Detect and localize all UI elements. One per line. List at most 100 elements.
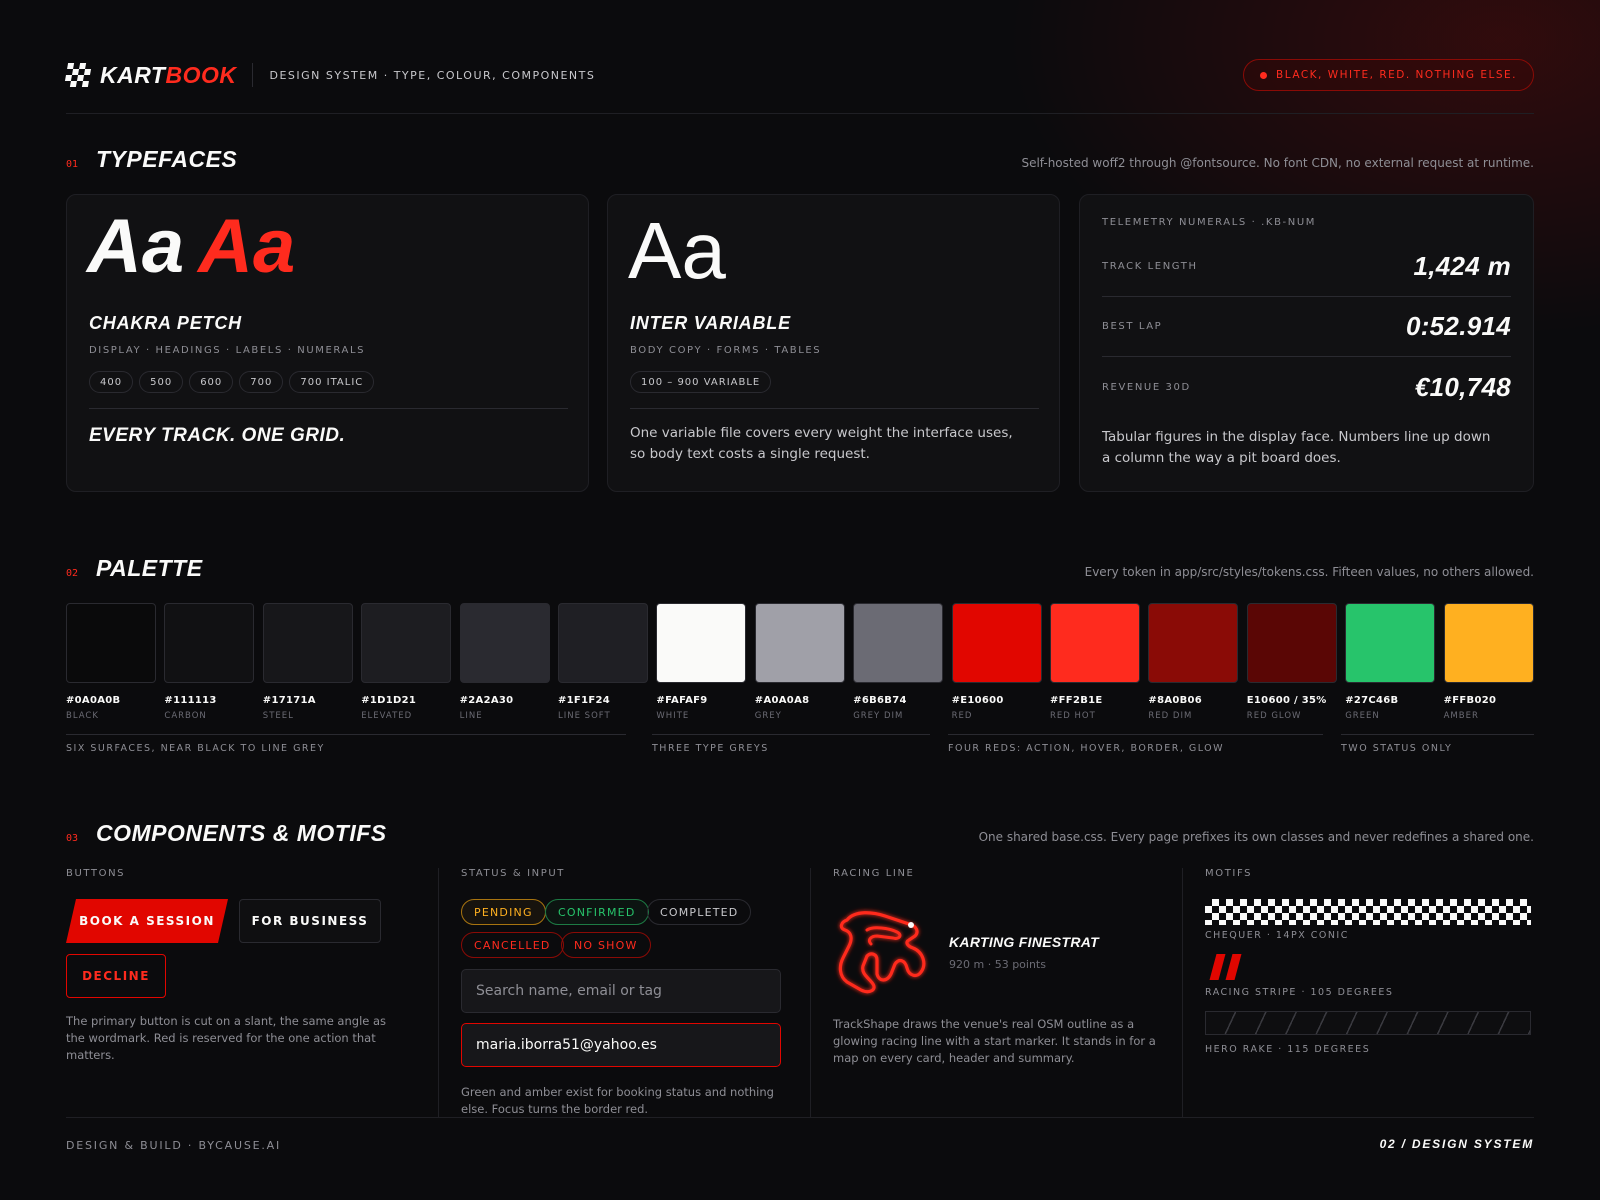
weight-chips: 400 500 600 700 700 ITALIC	[89, 371, 375, 393]
swatch-hex: #E10600	[951, 695, 1004, 706]
section-number: 01	[66, 159, 79, 170]
search-input[interactable]: Search name, email or tag	[461, 969, 781, 1013]
wordmark-kart: KART	[100, 61, 166, 88]
swatch-name: GREEN	[1345, 711, 1380, 721]
card-divider	[89, 408, 568, 409]
palette-group-label: THREE TYPE GREYS	[652, 734, 930, 754]
telemetry-row: TRACK LENGTH 1,424 m	[1102, 237, 1511, 297]
for-business-button[interactable]: FOR BUSINESS	[239, 899, 381, 943]
footer-page-label: 02 / DESIGN SYSTEM	[1379, 1137, 1534, 1151]
section-number: 02	[66, 568, 79, 579]
section-typefaces-heading: 01 TYPEFACES Self-hosted woff2 through @…	[66, 146, 1534, 173]
racing-stripe-label: RACING STRIPE · 105 DEGREES	[1205, 987, 1394, 998]
racing-stripe-icon	[1209, 954, 1226, 980]
telemetry-value: 1,424 m	[1413, 251, 1511, 281]
racing-stripe-icon	[1225, 954, 1242, 980]
palette-swatch[interactable]: #27C46B GREEN	[1345, 603, 1436, 721]
hero-rake-pattern	[1205, 1011, 1531, 1035]
status-badge-completed: COMPLETED	[647, 899, 752, 925]
status-note: Green and amber exist for booking status…	[461, 1085, 774, 1116]
status-dot-icon	[1260, 71, 1268, 79]
font-name: CHAKRA PETCH	[89, 313, 242, 333]
glyph-white: Aa	[87, 204, 185, 289]
swatch-color	[459, 603, 550, 683]
font-usage: BODY COPY · FORMS · TABLES	[630, 345, 822, 356]
swatch-color	[66, 603, 156, 683]
glyph-red: Aa	[198, 204, 296, 289]
swatch-name: ELEVATED	[361, 711, 413, 721]
palette-swatch[interactable]: #2A2A30 LINE	[459, 603, 550, 721]
decline-button[interactable]: DECLINE	[66, 954, 166, 998]
motto-pill: BLACK, WHITE, RED. NOTHING ELSE.	[1243, 59, 1534, 91]
swatch-hex: #2A2A30	[459, 695, 514, 706]
glyph-sample: Aa Aa	[87, 209, 295, 285]
palette-swatch[interactable]: #FAFAF9 WHITE	[656, 603, 747, 721]
swatch-hex: E10600 / 35%	[1246, 695, 1327, 706]
palette-swatch[interactable]: #8A0B06 RED DIM	[1148, 603, 1239, 721]
footer-credit: DESIGN & BUILD · BYCAUSE.AI	[66, 1139, 282, 1152]
swatch-color	[1246, 603, 1337, 683]
swatch-color	[853, 603, 944, 683]
swatch-hex: #FFB020	[1443, 695, 1497, 706]
book-session-button[interactable]: BOOK A SESSION	[66, 899, 228, 943]
track-name: KARTING FINESTRAT	[949, 934, 1100, 950]
chequer-label: CHEQUER · 14PX CONIC	[1205, 930, 1349, 941]
palette-swatch[interactable]: E10600 / 35% RED GLOW	[1246, 603, 1337, 721]
email-field[interactable]: maria.iborra51@yahoo.es	[461, 1023, 781, 1067]
motifs-column: MOTIFS CHEQUER · 14PX CONIC RACING STRIP…	[1182, 868, 1534, 1118]
section-title: PALETTE	[96, 555, 203, 581]
swatch-color	[1345, 603, 1436, 683]
palette-swatch[interactable]: #E10600 RED	[951, 603, 1042, 721]
section-note: Every token in app/src/styles/tokens.css…	[1084, 565, 1534, 579]
swatch-color	[656, 603, 747, 683]
swatch-hex: #A0A0A8	[754, 695, 810, 706]
swatch-color	[1148, 603, 1239, 683]
palette-swatch[interactable]: #FFB020 AMBER	[1443, 603, 1534, 721]
racing-line-column: RACING LINE KARTING FINESTRAT 920 m · 53…	[810, 868, 1182, 1118]
font-name: INTER VARIABLE	[630, 313, 791, 333]
swatch-name: STEEL	[262, 711, 294, 721]
weight-chip: 400	[89, 371, 134, 393]
swatch-hex: #0A0A0B	[66, 695, 121, 706]
wordmark: KARTBOOK	[100, 62, 236, 89]
palette-group-label: TWO STATUS ONLY	[1341, 734, 1534, 754]
palette-group-label: SIX SURFACES, NEAR BLACK TO LINE GREY	[66, 734, 626, 754]
palette-swatch[interactable]: #A0A0A8 GREY	[754, 603, 845, 721]
section-note: Self-hosted woff2 through @fontsource. N…	[1021, 156, 1534, 170]
swatch-hex: #111113	[164, 695, 217, 706]
brand-logo[interactable]: KARTBOOK	[64, 62, 236, 89]
section-palette-heading: 02 PALETTE Every token in app/src/styles…	[66, 555, 1534, 582]
swatch-name: WHITE	[656, 711, 690, 721]
palette-swatch[interactable]: #6B6B74 GREY DIM	[853, 603, 944, 721]
telemetry-row: BEST LAP 0:52.914	[1102, 297, 1511, 357]
status-badge-cancelled: CANCELLED	[461, 932, 564, 958]
weight-chip: 500	[139, 371, 184, 393]
section-note: One shared base.css. Every page prefixes…	[978, 830, 1534, 844]
header-divider-line	[66, 113, 1534, 114]
weight-chip: 700 ITALIC	[289, 371, 375, 393]
palette-swatch[interactable]: #1D1D21 ELEVATED	[361, 603, 452, 721]
swatch-name: CARBON	[164, 711, 207, 721]
buttons-column: BUTTONS BOOK A SESSION FOR BUSINESS DECL…	[66, 868, 438, 1118]
footer-divider	[66, 1117, 1534, 1118]
swatch-name: RED	[951, 711, 973, 721]
palette-swatch[interactable]: #111113 CARBON	[164, 603, 255, 721]
swatch-color	[361, 603, 452, 683]
palette-swatch[interactable]: #17171A STEEL	[262, 603, 353, 721]
palette-swatch[interactable]: #0A0A0B BLACK	[66, 603, 156, 721]
chequer-pattern	[1205, 899, 1531, 925]
hero-rake-label: HERO RAKE · 115 DEGREES	[1205, 1044, 1371, 1055]
telemetry-label: TRACK LENGTH	[1102, 261, 1198, 272]
status-badge-no-show: NO SHOW	[561, 932, 651, 958]
checkered-flag-icon	[64, 63, 92, 87]
wordmark-book: BOOK	[165, 61, 237, 88]
swatch-name: GREY	[754, 711, 782, 721]
palette-swatch[interactable]: #1F1F24 LINE SOFT	[558, 603, 648, 721]
section-title: COMPONENTS & MOTIFS	[96, 820, 387, 846]
racing-line-content: KARTING FINESTRAT 920 m · 53 points Trac…	[833, 868, 1182, 1118]
palette-swatch[interactable]: #FF2B1E RED HOT	[1050, 603, 1140, 721]
swatch-color	[262, 603, 353, 683]
font-tagline: EVERY TRACK. ONE GRID.	[89, 425, 346, 446]
typeface-card-inter: Aa INTER VARIABLE BODY COPY · FORMS · TA…	[607, 194, 1060, 492]
swatch-hex: #FF2B1E	[1050, 695, 1103, 706]
